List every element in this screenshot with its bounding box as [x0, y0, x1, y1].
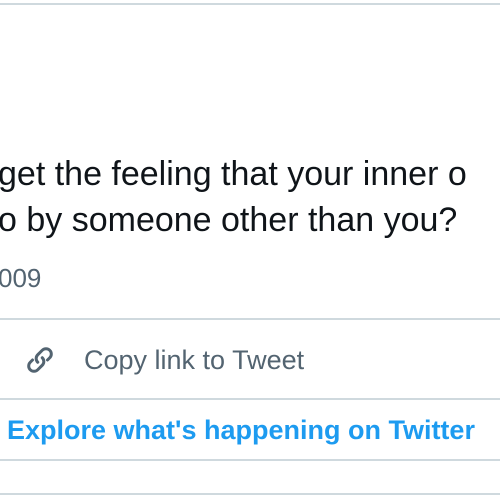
link-icon	[27, 347, 53, 373]
copy-link-button[interactable]: Copy link to Tweet	[0, 322, 500, 398]
explore-twitter-link[interactable]: Explore what's happening on Twitter	[7, 412, 475, 448]
tweet-text-line-2: o by someone other than you?	[0, 201, 458, 239]
bottom-divider	[0, 493, 500, 495]
date-divider	[0, 318, 500, 320]
tweet-date: 009	[0, 263, 42, 293]
top-divider	[0, 3, 500, 5]
actions-divider	[0, 398, 500, 400]
copy-link-label: Copy link to Tweet	[84, 345, 305, 375]
tweet-text-line-1: get the feeling that your inner o	[0, 155, 467, 193]
explore-divider	[0, 459, 500, 461]
